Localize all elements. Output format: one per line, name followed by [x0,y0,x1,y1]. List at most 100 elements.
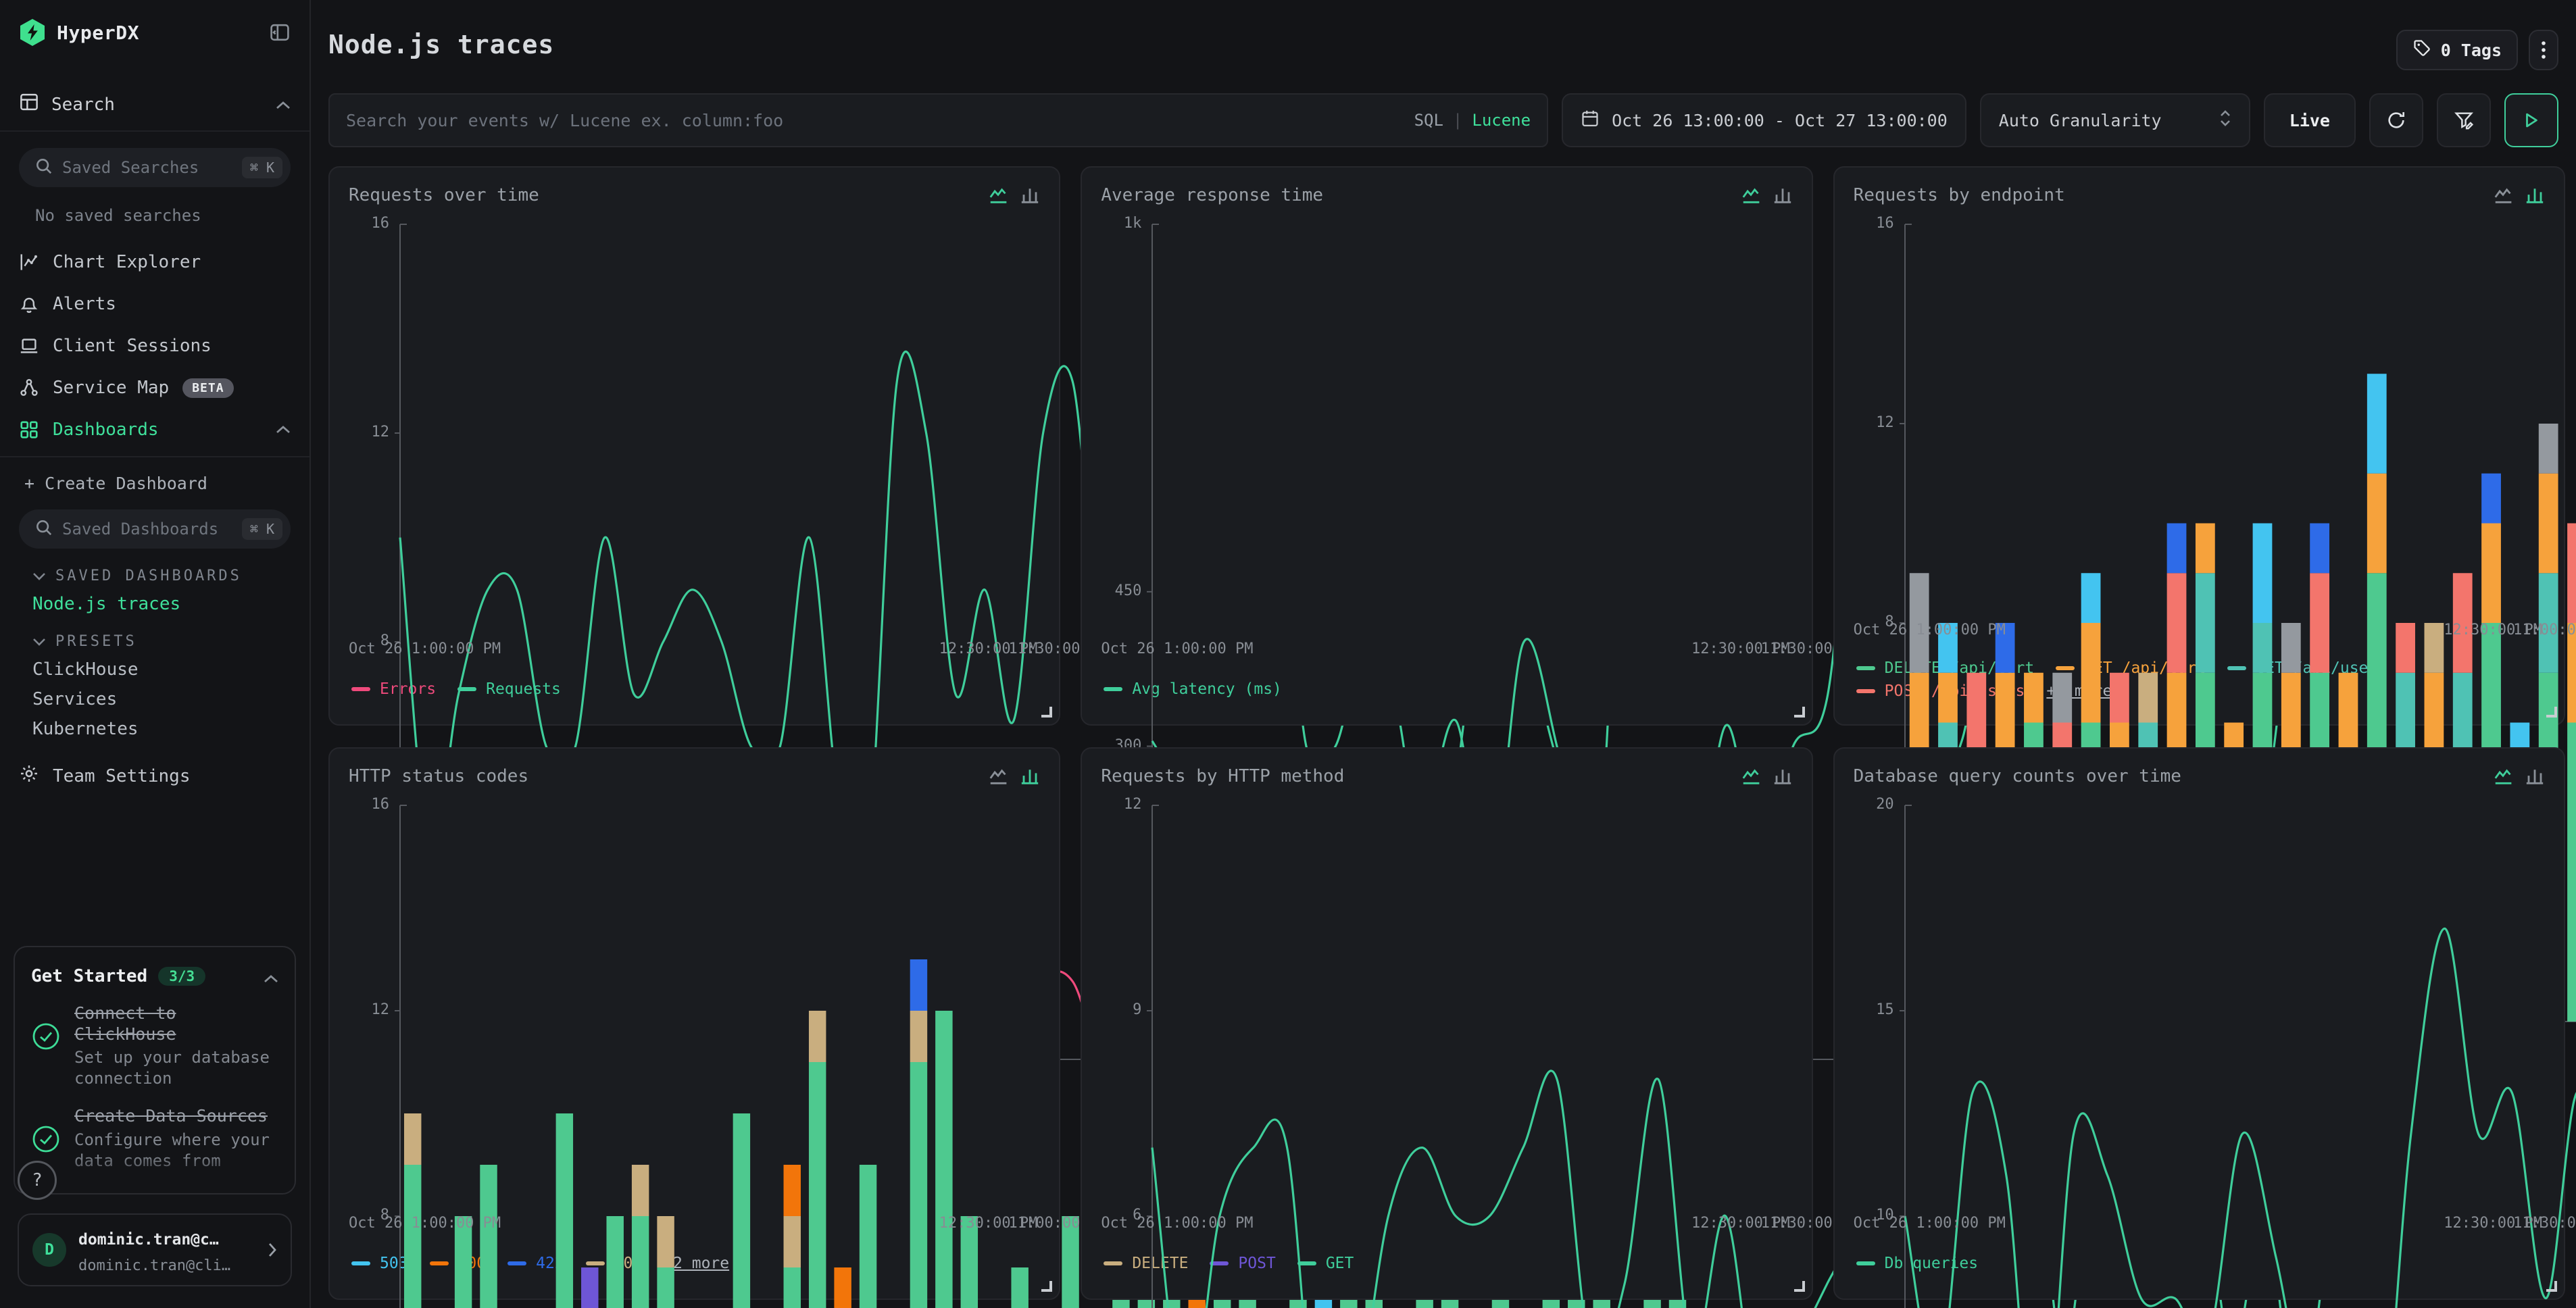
bar-chart-icon[interactable] [1020,766,1040,786]
team-settings-label: Team Settings [53,766,191,786]
chart-card-header: Requests over time [349,185,1040,205]
resize-handle[interactable] [1794,707,1805,718]
chart-plot-area: 1k4503001500 [1101,213,1792,638]
chart-title: Database query counts over time [1854,766,2181,786]
create-dashboard-button[interactable]: + Create Dashboard [0,457,309,493]
saved-searches-input[interactable]: Saved Searches ⌘ K [19,148,291,187]
get-started-step[interactable]: Create Data SourcesConfigure where your … [31,1105,278,1172]
chart-card-4: HTTP status codes1612840Oct 26 1:00:00 P… [328,747,1060,1300]
resize-handle[interactable] [1041,1281,1052,1292]
dashboard-link-node-js-traces[interactable]: Node.js traces [0,584,309,614]
chevron-right-icon [268,1237,277,1263]
tag-icon [2412,39,2431,61]
beta-badge: BETA [182,378,233,398]
x-axis-labels: Oct 26 1:00:00 PM11:00:00 PM12:30:00 PM [349,1215,1040,1236]
line-chart-icon[interactable] [987,766,1009,786]
saved-dashboards-input[interactable]: Saved Dashboards ⌘ K [19,509,291,549]
chart-card-2: Average response time1k4503001500Oct 26 … [1081,166,1812,726]
y-tick-label: 9 [1101,1001,1141,1018]
y-tick-label: 12 [349,1001,389,1018]
sidebar-item-client-sessions[interactable]: Client Sessions [0,325,309,367]
group-label-presets[interactable]: PRESETS [0,614,309,650]
run-query-button[interactable] [2504,93,2558,147]
resize-handle[interactable] [1794,1281,1805,1292]
help-button[interactable]: ? [18,1161,57,1200]
date-range-value: Oct 26 13:00:00 - Oct 27 13:00:00 [1612,111,1948,130]
bell-icon [19,294,39,314]
resize-handle[interactable] [2546,707,2557,718]
granularity-value: Auto Granularity [1999,111,2162,130]
chevron-up-icon[interactable] [276,95,291,115]
play-icon [2523,111,2540,129]
live-button[interactable]: Live [2264,93,2356,147]
sidebar-bottom: Get Started 3/3 Connect to ClickHouseSet… [0,946,309,1308]
sidebar-item-chart-explorer[interactable]: Chart Explorer [0,241,309,283]
user-name: dominic.tran@c… [78,1231,219,1249]
app-title: HyperDX [57,22,139,44]
bar-chart-icon[interactable] [1773,766,1793,786]
x-axis-labels: Oct 26 1:00:00 PM11:30:00 PM12:30:00 PM [1854,1215,2545,1236]
group-label-saved-dashboards[interactable]: SAVED DASHBOARDS [0,549,309,584]
date-range-picker[interactable]: Oct 26 13:00:00 - Oct 27 13:00:00 [1562,93,1966,147]
y-tick-label: 20 [1854,796,1894,813]
dashboard-link-services[interactable]: Services [0,680,309,709]
shortcut-badge: ⌘ K [242,518,282,540]
sidebar-item-team-settings[interactable]: Team Settings [0,739,309,813]
dashboard-link-clickhouse[interactable]: ClickHouse [0,650,309,680]
chart-title: HTTP status codes [349,766,528,786]
chart-type-toggle [2492,185,2545,205]
sidebar-item-service-map[interactable]: Service Map BETA [0,367,309,409]
chart-card-header: Requests by HTTP method [1101,766,1792,786]
more-menu-button[interactable] [2529,30,2558,70]
toolbar: Search your events w/ Lucene ex. column:… [328,93,2558,147]
event-search-input[interactable]: Search your events w/ Lucene ex. column:… [328,93,1548,147]
bar-chart-icon[interactable] [1020,185,1040,205]
chart-card-header: Database query counts over time [1854,766,2545,786]
chevron-up-icon[interactable] [264,963,278,989]
hyperdx-logo-icon [19,19,46,46]
bar-chart-icon[interactable] [2525,766,2545,786]
sidebar-item-dashboards[interactable]: Dashboards [0,409,309,451]
chevron-down-icon [32,572,46,580]
y-tick-label: 16 [349,796,389,813]
line-chart-icon[interactable] [1740,185,1762,205]
line-chart-icon[interactable] [2492,185,2514,205]
refresh-icon [2386,110,2406,130]
user-email: dominic.tran@cli… [78,1257,230,1274]
saved-searches-placeholder: Saved Searches [62,158,232,177]
filter-button[interactable] [2437,93,2491,147]
x-axis-label: 12:30:00 PM [2444,1215,2542,1232]
chart-title: Requests by HTTP method [1101,766,1344,786]
get-started-header[interactable]: Get Started 3/3 [31,963,278,989]
group-label-text: SAVED DASHBOARDS [55,568,242,584]
chart-card-3: Requests by endpoint1612840Oct 26 1:00:0… [1833,166,2565,726]
lucene-mode-toggle[interactable]: Lucene [1472,111,1531,130]
search-icon [35,516,53,542]
chart-card-6: Database query counts over time20151050O… [1833,747,2565,1300]
get-started-step[interactable]: Connect to ClickHouseSet up your databas… [31,1003,278,1090]
x-axis-labels: Oct 26 1:00:00 PM11:00:00 PM12:30:00 PM [1854,622,2545,643]
granularity-select[interactable]: Auto Granularity [1980,93,2250,147]
dashboard-link-kubernetes[interactable]: Kubernetes [0,709,309,739]
y-tick-label: 16 [1854,215,1894,232]
y-tick-label: 450 [1101,582,1141,599]
line-chart-icon[interactable] [2492,766,2514,786]
tags-button[interactable]: 0 Tags [2396,30,2518,70]
chevron-up-icon [276,425,291,434]
sql-mode-toggle[interactable]: SQL [1414,111,1443,130]
bar-chart-icon[interactable] [1773,185,1793,205]
sidebar-item-label: Service Map [53,378,169,398]
user-account-button[interactable]: D dominic.tran@c… dominic.tran@cli… [18,1213,292,1286]
laptop-icon [19,336,39,356]
resize-handle[interactable] [2546,1281,2557,1292]
sidebar-section-search[interactable]: Search [0,78,309,132]
refresh-button[interactable] [2369,93,2423,147]
sidebar-item-alerts[interactable]: Alerts [0,283,309,325]
bar-chart-icon[interactable] [2525,185,2545,205]
get-started-steps: Connect to ClickHouseSet up your databas… [31,1003,278,1188]
resize-handle[interactable] [1041,707,1052,718]
line-chart-icon[interactable] [1740,766,1762,786]
sidebar-item-label: Alerts [53,294,116,314]
sidebar-collapse-icon[interactable] [269,22,291,43]
line-chart-icon[interactable] [987,185,1009,205]
